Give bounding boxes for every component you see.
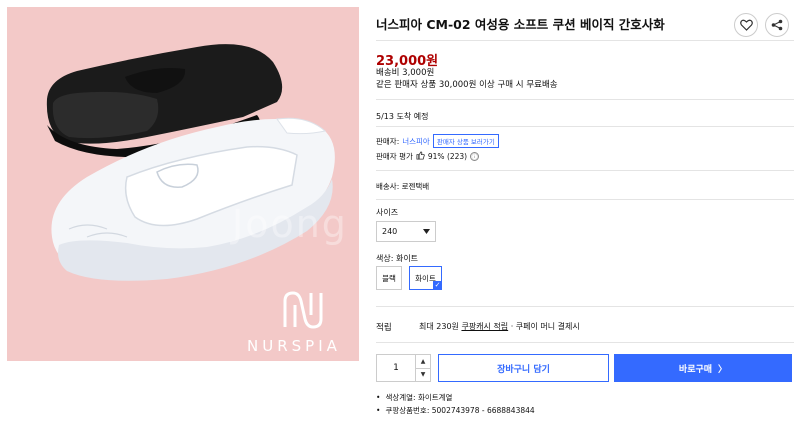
rating-value: 91% (223): [427, 152, 468, 161]
watermark-text: Joong: [232, 202, 348, 246]
heart-icon[interactable]: [734, 13, 758, 37]
divider: [376, 306, 794, 307]
brand-logo-icon: [281, 289, 325, 335]
divider: [376, 126, 794, 127]
buy-now-button[interactable]: 바로구매 〉: [614, 354, 792, 382]
reward-prefix: 최대 230원: [419, 322, 459, 331]
divider: [376, 342, 794, 343]
quantity-stepper: ▲ ▼: [416, 354, 431, 382]
add-to-cart-button[interactable]: 장바구니 담기: [438, 354, 609, 382]
detail-product-number: 쿠팡상품번호: 5002743978 - 6688843844: [376, 405, 534, 416]
info-icon[interactable]: ⓘ: [470, 152, 480, 161]
seller-rating-row: 판매자 평가 91% (223) ⓘ: [376, 151, 480, 162]
color-option-black[interactable]: 블랙: [376, 266, 402, 290]
brand-name: NURSPIA: [247, 337, 341, 355]
seller-name-link[interactable]: 너스피아: [402, 136, 430, 147]
product-image[interactable]: Joong NURSPIA: [7, 7, 359, 361]
buy-now-label: 바로구매: [678, 364, 713, 375]
seller-label: 판매자:: [376, 136, 400, 146]
check-icon: ✓: [433, 281, 442, 290]
share-icon[interactable]: [765, 13, 789, 37]
arrival-date: 5/13 도착 예정: [376, 112, 429, 121]
quantity-input[interactable]: 1: [376, 354, 416, 382]
free-shipping-condition: 같은 판매자 상품 30,000원 이상 구매 시 무료배송: [376, 80, 558, 90]
color-label: 색상: 화이트: [376, 254, 419, 263]
thumbs-up-icon: [416, 151, 425, 162]
size-label: 사이즈: [376, 208, 399, 217]
seller-products-button[interactable]: 판매자 상품 보러가기: [432, 134, 499, 148]
delivery-company: 배송사: 로젠택배: [376, 182, 430, 191]
product-title: 너스피아 CM-02 여성용 소프트 쿠션 베이직 간호사화: [376, 17, 665, 32]
chevron-right-icon: 〉: [718, 364, 728, 375]
divider: [376, 40, 794, 41]
product-info-panel: 너스피아 CM-02 여성용 소프트 쿠션 베이직 간호사화 23,000원 배…: [376, 0, 794, 425]
divider: [376, 170, 794, 171]
size-select[interactable]: 240: [376, 221, 436, 242]
divider: [376, 199, 794, 200]
increment-icon[interactable]: ▲: [416, 355, 430, 368]
shipping-fee: 배송비 3,000원: [376, 68, 435, 78]
rating-label: 판매자 평가: [376, 152, 413, 161]
coupang-cash-link[interactable]: 쿠팡캐시 적립: [461, 322, 508, 331]
detail-color-family: 색상계열: 화이트계열: [376, 392, 452, 403]
divider: [376, 99, 794, 100]
seller-row: 판매자: 너스피아 판매자 상품 보러가기: [376, 134, 499, 148]
reward-label: 적립: [376, 323, 392, 333]
decrement-icon[interactable]: ▼: [416, 367, 430, 382]
color-option-white[interactable]: 화이트 ✓: [409, 266, 442, 290]
size-selected-value: 240: [382, 227, 398, 236]
reward-suffix: · 쿠페이 머니 결제시: [510, 322, 580, 331]
reward-text: 최대 230원 쿠팡캐시 적립 · 쿠페이 머니 결제시: [419, 321, 580, 332]
chevron-down-icon: [423, 227, 430, 236]
